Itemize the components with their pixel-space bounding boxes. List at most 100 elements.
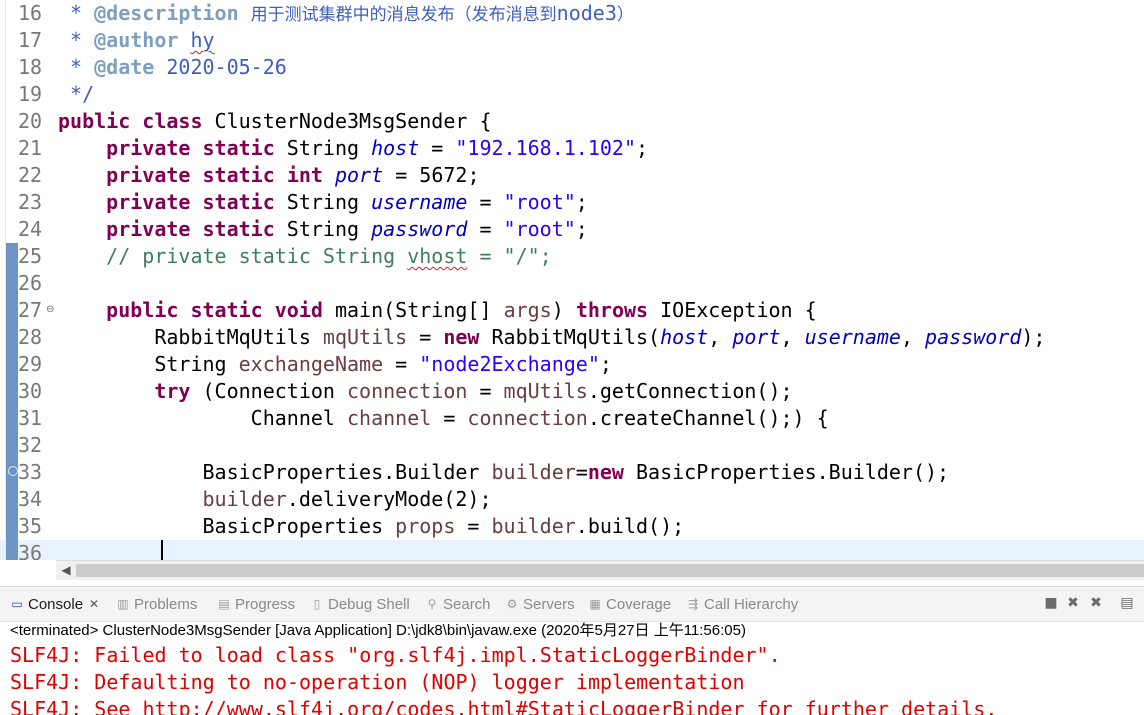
code-text: try (Connection connection = mqUtils.get… xyxy=(58,378,792,405)
code-editor[interactable]: 16 * @description 用于测试集群中的消息发布（发布消息到node… xyxy=(0,0,1144,560)
code-line[interactable]: 17 * @author hy xyxy=(0,27,1144,54)
code-token: String xyxy=(274,136,372,160)
change-marker xyxy=(6,243,18,270)
code-token: RabbitMqUtils( xyxy=(479,325,661,349)
tab-console[interactable]: ▭ Console ✕ xyxy=(10,587,99,621)
tab-call-hierarchy[interactable]: ⇶ Call Hierarchy xyxy=(686,587,798,621)
code-line[interactable]: 32 xyxy=(0,432,1144,459)
code-line[interactable]: 18 * @date 2020-05-26 xyxy=(0,54,1144,81)
code-text: BasicProperties props = builder.build(); xyxy=(58,513,684,540)
code-text: BasicProperties.Builder builder=new Basi… xyxy=(58,459,949,486)
code-token: = xyxy=(419,136,456,160)
console-output[interactable]: SLF4J: Failed to load class "org.slf4j.i… xyxy=(0,642,1144,715)
code-line[interactable]: 26 xyxy=(0,270,1144,297)
code-token: ; xyxy=(599,352,612,376)
code-line[interactable]: 24 private static String password = "roo… xyxy=(0,216,1144,243)
code-token: BasicProperties.Builder xyxy=(58,460,492,484)
code-line[interactable]: 16 * @description 用于测试集群中的消息发布（发布消息到node… xyxy=(0,0,1144,27)
line-number: 33 xyxy=(18,460,43,484)
code-token: String xyxy=(58,352,239,376)
code-line[interactable]: 30 try (Connection connection = mqUtils.… xyxy=(0,378,1144,405)
code-token: IOException { xyxy=(648,298,817,322)
code-token: static xyxy=(202,217,275,241)
code-token: @description xyxy=(94,1,239,25)
terminate-icon[interactable]: ■ xyxy=(1042,594,1060,612)
code-text: * @date 2020-05-26 xyxy=(58,54,287,81)
tab-problems[interactable]: ▥ Problems xyxy=(116,587,197,621)
tab-servers[interactable]: ⚙ Servers xyxy=(505,587,575,621)
text-caret xyxy=(161,540,163,560)
tab-search[interactable]: ⚲ Search xyxy=(425,587,491,621)
scrollbar-thumb[interactable] xyxy=(76,564,1144,577)
remove-all-terminated-icon[interactable]: ✖ xyxy=(1087,594,1105,612)
scroll-left-icon[interactable]: ◀ xyxy=(58,561,74,580)
debug-shell-icon: ▯ xyxy=(313,597,321,611)
tab-debug-shell[interactable]: ▯ Debug Shell xyxy=(310,587,410,621)
close-tab-icon[interactable]: ✕ xyxy=(89,597,99,611)
code-token: BasicProperties.Builder(); xyxy=(623,460,950,484)
line-number: 23 xyxy=(18,190,43,214)
code-line[interactable]: 25 // private static String vhost = "/"; xyxy=(0,243,1144,270)
code-token: props xyxy=(395,514,456,538)
line-number: 20 xyxy=(18,109,43,133)
code-token: vhost xyxy=(407,244,468,268)
code-text: * @author hy xyxy=(58,27,215,54)
code-line[interactable]: 22 private static int port = 5672; xyxy=(0,162,1144,189)
code-line[interactable]: 34 builder.deliveryMode(2); xyxy=(0,486,1144,513)
code-line[interactable]: 29 String exchangeName = "node2Exchange"… xyxy=(0,351,1144,378)
line-number: 24 xyxy=(18,217,43,241)
line-number: 17 xyxy=(18,28,43,52)
code-text: * @description 用于测试集群中的消息发布（发布消息到node3） xyxy=(58,0,634,29)
code-line[interactable]: 28 RabbitMqUtils mqUtils = new RabbitMqU… xyxy=(0,324,1144,351)
code-line[interactable]: 20 public class ClusterNode3MsgSender { xyxy=(0,108,1144,135)
code-line[interactable]: 35 BasicProperties props = builder.build… xyxy=(0,513,1144,540)
tab-label: Call Hierarchy xyxy=(704,595,799,613)
code-text: // private static String vhost = "/"; xyxy=(58,243,552,270)
code-line[interactable]: 33 BasicProperties.Builder builder=new B… xyxy=(0,459,1144,486)
code-token: host xyxy=(371,136,420,160)
code-line[interactable]: 19 */ xyxy=(0,81,1144,108)
code-token: builder xyxy=(202,487,287,511)
fold-collapse-icon[interactable]: ⊖ xyxy=(46,305,54,315)
code-text: private static String host = "192.168.1.… xyxy=(58,135,648,162)
code-line[interactable]: 27 public static void main(String[] args… xyxy=(0,297,1144,324)
code-token: = xyxy=(383,352,420,376)
code-token: = xyxy=(467,217,504,241)
code-line[interactable]: 31 Channel channel = connection.createCh… xyxy=(0,405,1144,432)
remove-launch-icon[interactable]: ✖ xyxy=(1064,594,1082,612)
tab-progress[interactable]: ▤ Progress xyxy=(217,587,295,621)
code-token: connection xyxy=(347,379,468,403)
code-token: (Connection xyxy=(190,379,347,403)
code-token: * xyxy=(58,1,95,25)
code-token: ClusterNode3MsgSender { xyxy=(202,109,492,133)
code-line[interactable]: 36 xyxy=(0,540,1144,560)
code-token: String xyxy=(274,217,372,241)
tab-coverage[interactable]: ▦ Coverage xyxy=(588,587,671,621)
code-token: 2020-05-26 xyxy=(154,55,287,79)
code-token: new xyxy=(443,325,480,349)
occurrence-marker xyxy=(8,466,18,476)
clear-console-icon[interactable]: ▤ xyxy=(1118,594,1136,612)
code-line[interactable]: 21 private static String host = "192.168… xyxy=(0,135,1144,162)
code-text: String exchangeName = "node2Exchange"; xyxy=(58,351,612,378)
horizontal-scrollbar[interactable]: ◀ xyxy=(56,560,1144,580)
code-token: mqUtils xyxy=(503,379,588,403)
coverage-icon: ▦ xyxy=(589,597,601,611)
line-number: 35 xyxy=(18,514,43,538)
code-line[interactable]: 23 private static String username = "roo… xyxy=(0,189,1144,216)
line-number: 25 xyxy=(18,244,43,268)
code-token: .createChannel();) { xyxy=(587,406,829,430)
code-token: username xyxy=(371,190,468,214)
line-number: 34 xyxy=(18,487,43,511)
console-output-line: SLF4J: Failed to load class "org.slf4j.i… xyxy=(10,643,781,667)
code-token: = "/"; xyxy=(467,244,552,268)
code-token: String xyxy=(274,190,372,214)
code-token: static xyxy=(190,298,263,322)
